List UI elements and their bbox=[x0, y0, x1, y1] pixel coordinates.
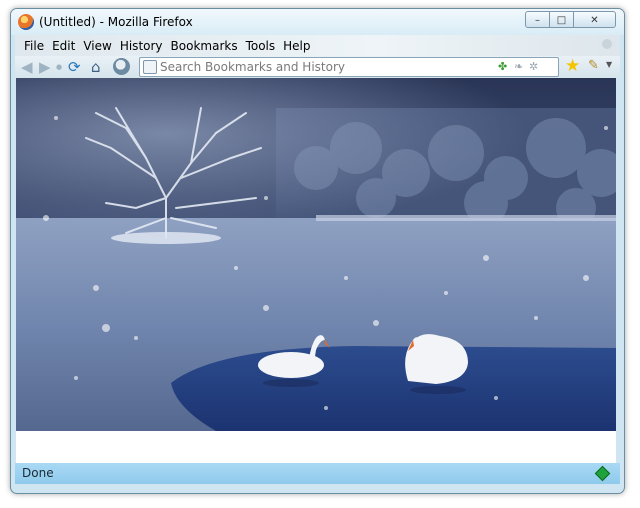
status-text: Done bbox=[22, 466, 54, 480]
addon-status-icon[interactable] bbox=[594, 465, 611, 482]
menu-history[interactable]: History bbox=[120, 39, 163, 53]
browser-window: (Untitled) - Mozilla Firefox – □ ✕ File … bbox=[10, 8, 625, 494]
maximize-button[interactable]: □ bbox=[549, 11, 574, 28]
back-button[interactable]: ◀ bbox=[21, 58, 33, 76]
menu-view[interactable]: View bbox=[83, 39, 111, 53]
navigation-toolbar: ◀ ▶ ● ⟳ ⌂ ✤ ❧ ✲ ★ ✎ ▼ bbox=[15, 56, 620, 78]
menu-help[interactable]: Help bbox=[283, 39, 310, 53]
stop-button-icon[interactable] bbox=[113, 58, 130, 75]
addon-puzzle-icon[interactable]: ✤ bbox=[498, 60, 507, 74]
history-dropdown-icon[interactable]: ● bbox=[56, 58, 62, 76]
bookmark-star-icon[interactable]: ★ bbox=[565, 56, 580, 76]
url-input[interactable] bbox=[160, 58, 500, 76]
minimize-button[interactable]: – bbox=[525, 11, 550, 28]
menu-file[interactable]: File bbox=[24, 39, 44, 53]
go-button-icon[interactable]: ✲ bbox=[529, 60, 538, 74]
reload-button[interactable]: ⟳ bbox=[68, 58, 81, 76]
location-bar[interactable]: ✤ ❧ ✲ bbox=[139, 57, 559, 77]
window-title: (Untitled) - Mozilla Firefox bbox=[39, 15, 193, 29]
chevron-down-icon[interactable]: ▼ bbox=[606, 60, 612, 69]
menu-edit[interactable]: Edit bbox=[52, 39, 75, 53]
window-controls: – □ ✕ bbox=[525, 11, 616, 28]
page-icon bbox=[143, 60, 157, 74]
throbber-icon bbox=[602, 39, 612, 49]
page-content bbox=[16, 78, 616, 463]
menu-bar: File Edit View History Bookmarks Tools H… bbox=[15, 35, 620, 56]
menu-tools[interactable]: Tools bbox=[246, 39, 276, 53]
leaf-icon[interactable]: ❧ bbox=[514, 60, 523, 74]
menu-bookmarks[interactable]: Bookmarks bbox=[171, 39, 238, 53]
title-bar: (Untitled) - Mozilla Firefox – □ ✕ bbox=[11, 9, 624, 35]
forward-button[interactable]: ▶ bbox=[39, 58, 51, 76]
feed-tool-icon[interactable]: ✎ bbox=[588, 58, 599, 74]
firefox-icon[interactable] bbox=[18, 14, 34, 30]
home-button[interactable]: ⌂ bbox=[91, 58, 101, 76]
status-bar: Done bbox=[15, 463, 620, 484]
swan-lake-image bbox=[16, 78, 616, 431]
close-button[interactable]: ✕ bbox=[573, 11, 616, 28]
